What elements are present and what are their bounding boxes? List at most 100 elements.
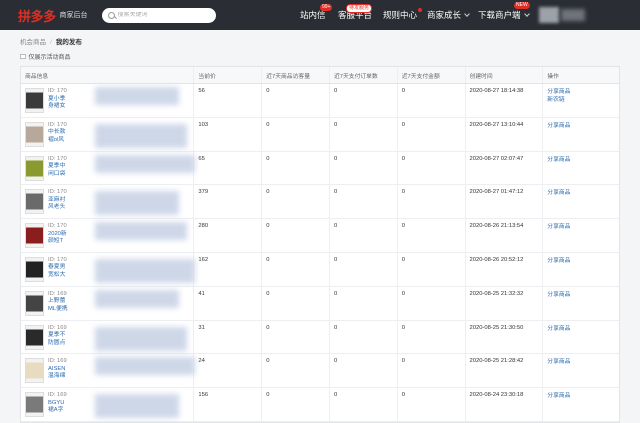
nav-messages[interactable]: 站内信 99+	[300, 0, 333, 30]
activity-filter-checkbox[interactable]	[20, 53, 26, 60]
search-input[interactable]	[117, 12, 208, 18]
visitors-cell: 0	[262, 320, 330, 354]
action-link[interactable]: 分享商品	[547, 223, 570, 231]
header-actions: 操作	[547, 73, 559, 80]
action-link[interactable]: 分享商品	[547, 156, 570, 164]
product-title[interactable]: 褶ol风	[48, 137, 67, 145]
table-row: ID: 170 亚麻衬 风老头 379 0 0 0 2020-08-27 01:…	[21, 185, 619, 220]
product-thumbnail[interactable]	[25, 189, 44, 215]
product-info-cell: ID: 170 中长款 褶ol风	[21, 117, 195, 151]
nav-customer-service[interactable]: 客服平台 待发服务	[338, 0, 373, 30]
product-title[interactable]: 上野蕾	[48, 298, 68, 306]
breadcrumb-current: 我的发布	[55, 39, 82, 46]
table-header: 商品信息 当前价 近7天商品访客量 近7天支付订单数 近7天支付金额 创建时间 …	[21, 67, 619, 84]
action-link[interactable]: 分享商品	[547, 325, 570, 333]
product-title[interactable]: 裙A字	[48, 407, 67, 415]
nav-merchant-growth[interactable]: 商家成长	[427, 0, 470, 30]
nav-rules-center[interactable]: 规则中心	[383, 0, 422, 30]
price-cell: 56	[194, 84, 263, 117]
created-time-cell: 2020-08-26 21:13:54	[466, 219, 544, 252]
action-link[interactable]: 分享商品	[547, 88, 570, 96]
created-time-cell: 2020-08-27 18:14:38	[466, 84, 544, 117]
product-thumbnail[interactable]	[25, 121, 44, 147]
created-time-cell: 2020-08-25 21:28:42	[466, 354, 544, 388]
redacted-title-overlay	[95, 154, 195, 173]
redacted-title-overlay	[95, 123, 187, 148]
product-thumbnail[interactable]	[25, 155, 44, 181]
logo[interactable]: 拼多多 商家后台	[18, 6, 88, 25]
product-title[interactable]: 温海绵	[48, 373, 67, 381]
action-link[interactable]: 分享商品	[547, 257, 570, 265]
actions-cell: 分享商品	[543, 321, 619, 354]
product-title[interactable]: 夏季中	[48, 163, 67, 171]
product-id: ID: 169	[48, 358, 67, 365]
product-title[interactable]: 身裙女	[48, 103, 67, 111]
header-orders: 近7天支付订单数	[330, 67, 398, 83]
actions-cell: 分享商品	[543, 152, 619, 185]
activity-filter[interactable]: 仅展示活动商品	[20, 52, 71, 61]
orders-cell: 0	[330, 151, 398, 185]
header-created: 创建时间	[466, 67, 544, 83]
account-name[interactable]	[561, 9, 585, 21]
product-title[interactable]: 颜短T	[48, 238, 67, 246]
product-title[interactable]: 防圆点	[48, 340, 67, 348]
amount-cell: 0	[398, 151, 466, 185]
breadcrumb-parent[interactable]: 机会商品	[20, 39, 46, 46]
product-thumbnail[interactable]	[25, 324, 44, 350]
amount-cell: 0	[398, 84, 466, 117]
visitors-cell: 0	[262, 185, 330, 219]
product-id: ID: 169	[48, 392, 67, 399]
price-cell: 31	[194, 320, 263, 354]
action-link[interactable]: 分享商品	[547, 291, 570, 299]
product-title[interactable]: 风老头	[48, 204, 67, 212]
visitors-cell: 0	[262, 252, 330, 286]
product-title[interactable]: 宽松大	[48, 272, 67, 280]
product-title[interactable]: 夏季不	[48, 332, 67, 340]
price-cell: 280	[194, 219, 263, 252]
product-title[interactable]: 夏小季	[48, 96, 67, 104]
amount-cell: 0	[398, 388, 466, 421]
table-row: ID: 169 AISEN 温海绵 24 0 0 0 2020-08-25 21…	[21, 354, 619, 389]
product-title[interactable]: 闲口袋	[48, 171, 67, 179]
search-icon	[107, 11, 115, 19]
price-cell: 379	[194, 185, 263, 219]
table-row: ID: 170 春夏男 宽松大 162 0 0 0 2020-08-26 20:…	[21, 252, 619, 287]
visitors-cell: 0	[262, 117, 330, 151]
avatar[interactable]	[539, 7, 559, 23]
product-thumbnail[interactable]	[25, 88, 44, 113]
action-link[interactable]: 分享商品	[547, 392, 570, 400]
orders-cell: 0	[330, 185, 398, 219]
nav-rules-center-label: 规则中心	[383, 10, 418, 20]
created-time-cell: 2020-08-25 21:30:50	[466, 320, 544, 354]
product-title[interactable]: 春夏男	[48, 264, 67, 272]
amount-cell: 0	[398, 286, 466, 320]
product-thumbnail[interactable]	[25, 358, 44, 384]
redacted-title-overlay	[95, 258, 195, 283]
product-thumbnail[interactable]	[25, 223, 44, 249]
created-time-cell: 2020-08-27 01:47:12	[466, 185, 544, 219]
product-id: ID: 170	[48, 223, 67, 230]
table-body: ID: 170 夏小季 身裙女 56 0 0 0 2020-08-27 18:1…	[21, 84, 619, 422]
activity-filter-label: 仅展示活动商品	[28, 55, 71, 61]
action-link[interactable]: 新农链	[547, 96, 564, 104]
redacted-title-overlay	[95, 222, 187, 241]
product-thumbnail[interactable]	[25, 290, 44, 316]
search-box[interactable]	[101, 7, 216, 23]
amount-cell: 0	[398, 252, 466, 286]
header-amount: 近7天支付金额	[398, 67, 466, 83]
action-link[interactable]: 分享商品	[547, 189, 570, 197]
nav-download-app[interactable]: 下载商户端 NEW	[478, 0, 530, 30]
visitors-cell: 0	[262, 84, 330, 117]
product-thumbnail[interactable]	[25, 392, 44, 418]
product-thumbnail[interactable]	[25, 256, 44, 282]
redacted-title-overlay	[95, 326, 187, 351]
table-row: ID: 170 2020新 颜短T 280 0 0 0 2020-08-26 2…	[21, 219, 619, 253]
action-link[interactable]: 分享商品	[547, 122, 570, 130]
action-link[interactable]: 分享商品	[547, 358, 570, 366]
product-info-cell: ID: 170 2020新 颜短T	[21, 219, 195, 252]
amount-cell: 0	[398, 219, 466, 252]
created-time-cell: 2020-08-24 23:30:18	[466, 388, 544, 421]
header-visitors: 近7天商品访客量	[262, 67, 330, 83]
product-title[interactable]: ML便携	[48, 306, 68, 314]
product-title[interactable]: 中长款	[48, 129, 67, 137]
